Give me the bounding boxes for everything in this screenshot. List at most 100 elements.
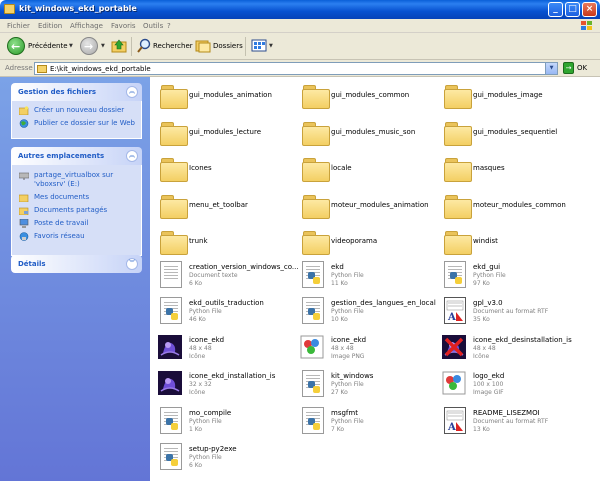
close-button[interactable]: × [582, 2, 597, 17]
file-item[interactable]: icone_ekd 48 x 48 Icône [158, 334, 298, 366]
folder-item[interactable]: gui_modules_animation [158, 81, 298, 111]
collapse-icon[interactable]: ︽ [126, 86, 138, 98]
views-icon[interactable] [251, 38, 267, 53]
svg-text:A: A [447, 312, 456, 323]
file-item[interactable]: setup-py2exe Python File 6 Ko [158, 443, 298, 475]
file-item[interactable]: ekd_gui Python File 97 Ko [442, 260, 582, 293]
python-file-icon [160, 297, 182, 324]
panel-title[interactable]: Autres emplacements [18, 152, 104, 160]
minimize-button[interactable]: _ [548, 2, 563, 17]
task-new-folder[interactable]: Créer un nouveau dossier [19, 106, 124, 115]
address-input[interactable]: E:\kit_windows_ekd_portable ▼ [34, 62, 558, 75]
file-item[interactable]: ekd_outils_traduction Python File 46 Ko [158, 297, 298, 329]
task-publish-web[interactable]: Publier ce dossier sur le Web [19, 119, 135, 128]
folders-icon[interactable] [195, 38, 211, 53]
file-size: 13 Ko [473, 425, 490, 433]
file-type: 100 x 100 [473, 381, 504, 388]
search-button-label[interactable]: Rechercher [153, 42, 193, 50]
file-item[interactable]: gestion_des_langues_en_local Python File 1… [300, 297, 440, 329]
title-bar[interactable]: kit_windows_ekd_portable _ □ × [0, 0, 600, 19]
file-item[interactable]: logo_ekd 100 x 100 Image GIF [442, 370, 582, 402]
file-name: gpl_v3.0 [473, 299, 503, 307]
folder-item[interactable]: locale [300, 154, 440, 184]
file-item[interactable]: icone_ekd_desinstallation_is 48 x 48 Icône [442, 334, 582, 366]
file-type: Document texte [189, 271, 238, 279]
place-vboxsrv[interactable]: partage_virtualbox sur 'vboxsrv' (E:) [19, 171, 124, 189]
file-size: Image GIF [473, 389, 504, 396]
folder-item[interactable]: trunk [158, 227, 298, 257]
folder-icon [444, 121, 472, 146]
forward-dropdown-icon[interactable]: ▼ [101, 43, 105, 49]
menu-help[interactable]: ? [167, 22, 171, 30]
windows-logo-icon [581, 21, 592, 30]
file-item[interactable]: creation_version_windows_co... Document t… [158, 260, 299, 293]
chevron-down-icon[interactable]: ▼ [545, 63, 557, 74]
place-my-computer[interactable]: Poste de travail [19, 219, 88, 228]
folder-name: gui_modules_common [331, 91, 410, 99]
address-bar: Adresse E:\kit_windows_ekd_portable ▼ → … [0, 60, 600, 77]
shared-folder-icon [19, 207, 29, 215]
folders-button-label[interactable]: Dossiers [213, 42, 243, 50]
menu-fichier[interactable]: Fichier [7, 22, 30, 30]
views-dropdown-icon[interactable]: ▼ [269, 43, 273, 49]
folder-item[interactable]: gui_modules_image [442, 81, 582, 111]
file-item[interactable]: msgfmt Python File 7 Ko [300, 406, 440, 439]
folder-item[interactable]: gui_modules_common [300, 81, 440, 111]
ekd-icon [158, 334, 182, 359]
folder-item[interactable]: gui_modules_music_son [300, 118, 440, 148]
collapse-icon[interactable]: ︽ [126, 150, 138, 162]
place-my-documents[interactable]: Mes documents [19, 193, 89, 202]
address-value[interactable]: E:\kit_windows_ekd_portable [50, 65, 151, 73]
back-arrow-icon[interactable]: ← [7, 37, 25, 55]
back-dropdown-icon[interactable]: ▼ [69, 43, 73, 49]
folder-item[interactable]: windist [442, 227, 582, 257]
go-button-label[interactable]: OK [577, 64, 587, 72]
file-item[interactable]: icone_ekd_installation_is 32 x 32 Icône [158, 370, 298, 402]
python-file-icon [302, 260, 324, 288]
panel-title[interactable]: Gestion des fichiers [18, 88, 96, 96]
file-name: kit_windows [331, 372, 374, 380]
folder-item[interactable]: moteur_modules_animation [300, 191, 440, 221]
file-size: Icône [189, 389, 206, 396]
file-item[interactable]: ekd Python File 11 Ko [300, 260, 440, 293]
panel-header[interactable]: Détails ︾ [11, 255, 142, 273]
folder-item[interactable]: gui_modules_sequentiel [442, 118, 582, 148]
folder-item[interactable]: moteur_modules_common [442, 191, 582, 221]
menu-outils[interactable]: Outils [143, 22, 163, 30]
search-icon[interactable] [136, 38, 152, 53]
folder-item[interactable]: masques [442, 154, 582, 184]
panel-title[interactable]: Détails [18, 260, 46, 268]
folder-item[interactable]: menu_et_toolbar [158, 191, 298, 221]
menu-edition[interactable]: Edition [38, 22, 62, 30]
folder-name: gui_modules_lecture [189, 127, 262, 136]
folder-item[interactable]: Icones [158, 154, 298, 184]
folder-up-icon[interactable] [111, 38, 127, 53]
folder-item[interactable]: gui_modules_lecture [158, 118, 298, 148]
panel-header[interactable]: Autres emplacements ︽ [11, 147, 142, 165]
folder-item[interactable]: videoporama [300, 227, 440, 257]
panel-header[interactable]: Gestion des fichiers ︽ [11, 83, 142, 101]
folder-name: moteur_modules_animation [331, 200, 429, 209]
folder-name: locale [331, 164, 352, 172]
maximize-button[interactable]: □ [565, 2, 580, 17]
file-item[interactable]: mo_compile Python File 1 Ko [158, 406, 298, 439]
file-item[interactable]: kit_windows Python File 27 Ko [300, 370, 440, 402]
menu-affichage[interactable]: Affichage [70, 22, 103, 30]
file-name: setup-py2exe [189, 445, 237, 453]
folder-icon [302, 231, 330, 255]
back-button-label[interactable]: Précédente [28, 42, 68, 50]
file-item[interactable]: A README_LISEZMOI Document au format RTF 13… [442, 406, 582, 439]
file-item[interactable]: Agpl_v3.0 Document au format RTF 35 Ko [442, 297, 582, 329]
go-arrow-icon[interactable]: → [563, 62, 574, 74]
menu-favoris[interactable]: Favoris [111, 22, 136, 30]
file-item[interactable]: icone_ekd 48 x 48 Image PNG [300, 334, 440, 366]
place-network[interactable]: Favoris réseau [19, 232, 85, 241]
network-icon [19, 232, 29, 241]
file-type: Python File [331, 381, 364, 388]
file-name: icone_ekd_desinstallation_is [473, 335, 572, 344]
place-shared-documents[interactable]: Documents partagés [19, 206, 107, 215]
file-size: 97 Ko [473, 279, 490, 287]
python-file-icon [302, 370, 324, 397]
forward-arrow-icon[interactable]: → [80, 37, 98, 55]
expand-icon[interactable]: ︾ [126, 258, 138, 270]
